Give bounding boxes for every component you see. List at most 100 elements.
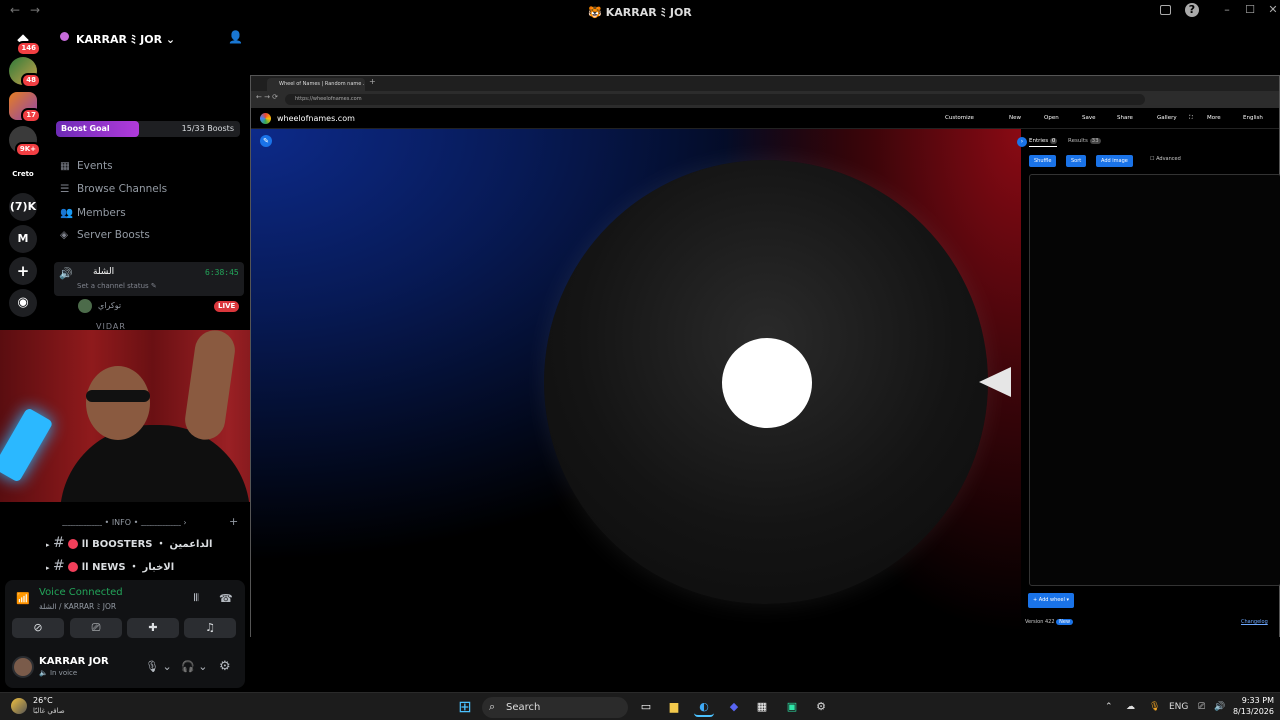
- maximize-icon[interactable]: ☐: [1243, 3, 1257, 17]
- discover-icon[interactable]: ◉: [9, 289, 37, 317]
- soundboard-button[interactable]: ♫: [184, 618, 236, 638]
- changelog-link[interactable]: Changelog: [1241, 619, 1268, 625]
- fullscreen-icon[interactable]: ⛶: [1189, 115, 1193, 122]
- activities-button[interactable]: ✚: [127, 618, 179, 638]
- add-image-button[interactable]: Add image: [1096, 155, 1133, 167]
- disconnect-icon[interactable]: ☎: [219, 592, 233, 605]
- volume-icon[interactable]: 🔊: [1214, 702, 1225, 712]
- menu-gallery[interactable]: Gallery: [1157, 115, 1177, 121]
- weather-icon[interactable]: [11, 698, 27, 714]
- boost-goal-bar[interactable]: Boost Goal 15/33 Boosts: [56, 121, 240, 137]
- channel-news[interactable]: ▸ # اا NEWS ・ الاخبار: [46, 558, 174, 574]
- weather-desc[interactable]: صافي غالبًا: [33, 707, 65, 715]
- add-channel-icon[interactable]: +: [229, 515, 238, 528]
- nav-browse-channels[interactable]: ☰ Browse Channels: [60, 183, 167, 195]
- close-icon[interactable]: ✕: [1266, 3, 1280, 17]
- address-bar[interactable]: https://wheelofnames.com: [285, 94, 1145, 105]
- site-name[interactable]: wheelofnames.com: [277, 114, 355, 123]
- entries-textarea[interactable]: [1029, 174, 1280, 586]
- mic-tray-icon[interactable]: 🎙: [1149, 702, 1160, 712]
- clock-time[interactable]: 9:33 PM: [1238, 696, 1274, 705]
- server-creto[interactable]: Creto: [9, 160, 37, 188]
- menu-more[interactable]: More: [1207, 115, 1221, 121]
- screen-share-button[interactable]: ⎚: [70, 618, 122, 638]
- shuffle-button[interactable]: Shuffle: [1029, 155, 1057, 167]
- wheel-pointer-icon: [979, 367, 1011, 397]
- voice-location[interactable]: الشلة / KARRAR ﾐ JOR: [39, 601, 116, 612]
- sort-button[interactable]: Sort: [1066, 155, 1087, 167]
- weather-temp[interactable]: 26°C: [33, 696, 53, 705]
- edge-icon[interactable]: ◐: [694, 697, 714, 717]
- mention-badge: 146: [16, 41, 41, 56]
- voice-connected-label[interactable]: Voice Connected: [39, 587, 123, 598]
- menu-save[interactable]: Save: [1082, 115, 1096, 121]
- nav-server-boosts[interactable]: ◈ Server Boosts: [60, 229, 150, 241]
- menu-language[interactable]: English: [1243, 115, 1263, 121]
- menu-open[interactable]: Open: [1044, 115, 1059, 121]
- user-name[interactable]: KARRAR JOR: [39, 656, 109, 667]
- window-title: 🐯 KARRAR ﾐ JOR: [588, 6, 692, 19]
- menu-customize[interactable]: Customize: [945, 115, 974, 121]
- task-view-icon[interactable]: ▭: [636, 697, 656, 717]
- server-m[interactable]: M: [9, 225, 37, 253]
- nav-arrows-icon[interactable]: ← → ⟳: [256, 93, 278, 101]
- add-wheel-button[interactable]: + Add wheel ▾: [1028, 593, 1074, 608]
- category-label: INFO: [111, 518, 132, 527]
- browser-tab[interactable]: Wheel of Names | Random name ...: [267, 78, 365, 91]
- server-icon[interactable]: 48: [9, 57, 41, 88]
- server-icon[interactable]: 17: [9, 92, 41, 123]
- headphones-icon[interactable]: 🎧 ⌄: [181, 660, 207, 673]
- browser-toolbar: ← → ⟳ https://wheelofnames.com: [251, 91, 1279, 108]
- person-body: [60, 425, 250, 502]
- nav-label: Members: [77, 207, 126, 219]
- wheel-center[interactable]: [722, 338, 812, 428]
- tab-entries[interactable]: Entries 0: [1029, 138, 1058, 147]
- server-icon[interactable]: 9K+: [9, 126, 41, 157]
- server-badge-icon: [60, 32, 69, 41]
- help-icon[interactable]: ?: [1185, 3, 1199, 17]
- connection-icon[interactable]: 📶: [16, 592, 30, 605]
- discord-home-icon[interactable]: ◆ 146: [9, 25, 41, 56]
- tray-chevron-icon[interactable]: ⌃: [1105, 702, 1113, 712]
- settings-gear-icon[interactable]: ⚙: [219, 659, 231, 674]
- edit-icon: ✎: [150, 282, 157, 290]
- invite-icon[interactable]: 👤: [228, 30, 243, 44]
- server-name[interactable]: KARRAR ﾐ JOR ⌄: [76, 31, 175, 47]
- file-explorer-icon[interactable]: ▆: [664, 697, 684, 717]
- menu-new[interactable]: New: [1009, 115, 1021, 121]
- network-icon[interactable]: ⎚: [1198, 702, 1205, 712]
- taskbar-search[interactable]: Search: [482, 697, 628, 718]
- edit-pencil-icon[interactable]: ✎: [260, 135, 272, 147]
- minimize-icon[interactable]: –: [1220, 3, 1234, 17]
- category-info[interactable]: ﹏﹏﹏﹏﹏ • INFO • ﹏﹏﹏﹏﹏ ›: [62, 517, 187, 528]
- nav-members[interactable]: 👥 Members: [60, 206, 126, 219]
- collapse-panel-icon[interactable]: ›: [1017, 137, 1027, 147]
- language-indicator[interactable]: ENG: [1169, 702, 1188, 712]
- inbox-icon[interactable]: [1160, 5, 1171, 15]
- settings-icon[interactable]: ⚙: [811, 697, 831, 717]
- noise-suppression-icon[interactable]: 𝄃𝄃: [194, 593, 198, 604]
- nav-events[interactable]: ▦ Events: [60, 160, 113, 172]
- voice-channel-name: الشلة: [93, 267, 115, 277]
- user-avatar[interactable]: [12, 656, 34, 678]
- discord-icon[interactable]: ◆: [724, 697, 744, 717]
- channel-status-prompt[interactable]: Set a channel status ✎: [77, 282, 157, 290]
- version-text: Version 422: [1025, 619, 1055, 625]
- avatar[interactable]: [78, 299, 92, 313]
- start-icon[interactable]: ⊞: [455, 697, 475, 717]
- new-tab-icon[interactable]: +: [369, 77, 376, 86]
- calculator-icon[interactable]: ▦: [752, 697, 772, 717]
- microphone-icon[interactable]: 🎙 ⌄: [145, 660, 172, 673]
- clock-date[interactable]: 8/13/2026: [1232, 707, 1274, 716]
- voice-member-name[interactable]: توكراي: [98, 301, 121, 310]
- server-7k[interactable]: (7)K: [9, 193, 37, 221]
- app-icon[interactable]: ▣: [782, 697, 802, 717]
- channel-boosters[interactable]: ▸ # اا BOOSTERS ・ الداعمين: [46, 535, 212, 551]
- tab-results[interactable]: Results 33: [1068, 138, 1101, 144]
- camera-toggle-button[interactable]: ⊘: [12, 618, 64, 638]
- onedrive-icon[interactable]: ☁: [1126, 702, 1135, 712]
- add-server-icon[interactable]: +: [9, 257, 37, 285]
- advanced-checkbox[interactable]: ☐ Advanced: [1150, 156, 1181, 162]
- site-logo-icon: [260, 113, 271, 124]
- menu-share[interactable]: Share: [1117, 115, 1133, 121]
